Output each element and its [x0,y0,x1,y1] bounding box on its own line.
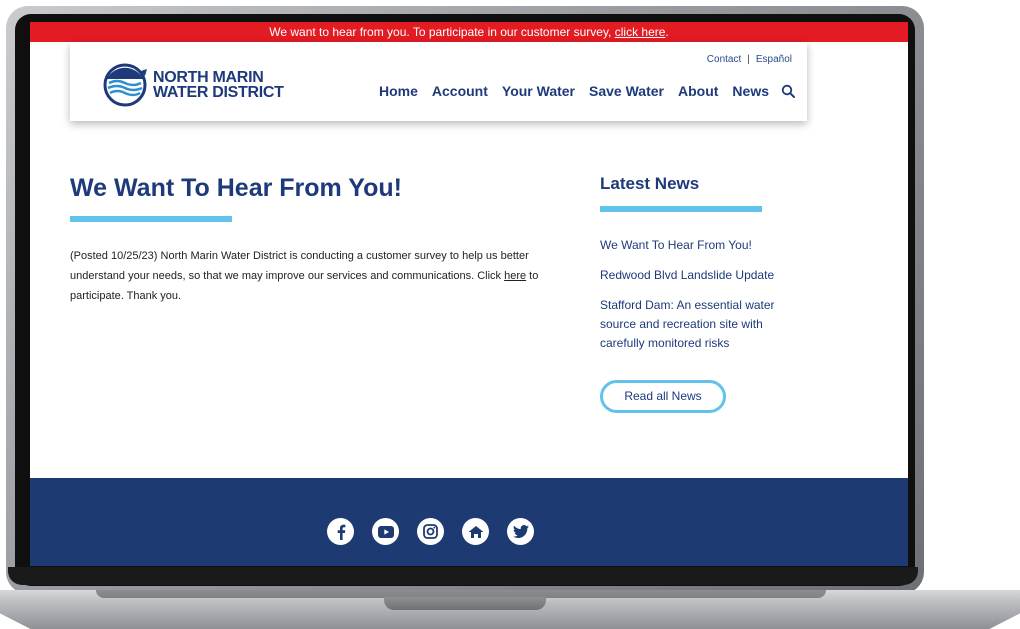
nextdoor-icon[interactable] [462,518,489,545]
laptop-mockup: We want to hear from you. To participate… [0,0,1020,629]
page-title: We Want To Hear From You! [70,174,402,202]
latest-news-heading: Latest News [600,174,700,193]
twitter-icon[interactable] [507,518,534,545]
facebook-icon[interactable] [327,518,354,545]
nav-account[interactable]: Account [432,83,488,99]
contact-link[interactable]: Contact [707,54,741,65]
news-item[interactable]: We Want To Hear From You! [600,236,810,255]
social-links [327,518,552,545]
utility-separator: | [747,54,750,65]
browser-viewport: We want to hear from you. To participate… [30,22,908,566]
article-body-start: (Posted 10/25/23) North Marin Water Dist… [70,250,529,282]
site-footer [30,478,908,566]
latest-news-list: We Want To Hear From You! Redwood Blvd L… [600,236,810,364]
instagram-icon[interactable] [417,518,444,545]
alert-end: . [665,25,669,39]
alert-link[interactable]: click here [615,25,666,39]
article-body: (Posted 10/25/23) North Marin Water Dist… [70,246,550,306]
site-logo[interactable]: NORTH MARIN WATER DISTRICT [103,63,284,107]
logo-line-1: NORTH MARIN [153,69,264,86]
utility-links: Contact | Español [707,54,792,65]
main-nav: Home Account Your Water Save Water About… [365,83,795,99]
survey-alert-bar: We want to hear from you. To participate… [30,22,908,42]
nav-your-water[interactable]: Your Water [502,83,575,99]
youtube-icon[interactable] [372,518,399,545]
participate-link[interactable]: here [504,270,526,282]
logo-wordmark: NORTH MARIN WATER DISTRICT [153,69,284,101]
laptop-notch [384,597,546,610]
nav-about[interactable]: About [678,83,718,99]
nav-news[interactable]: News [732,83,769,99]
nav-home[interactable]: Home [379,83,418,99]
nav-save-water[interactable]: Save Water [589,83,664,99]
news-item[interactable]: Stafford Dam: An essential water source … [600,296,810,353]
water-wave-logo-icon [103,63,147,107]
logo-line-2: WATER DISTRICT [153,84,284,101]
news-item[interactable]: Redwood Blvd Landslide Update [600,266,810,285]
laptop-hinge [8,567,918,585]
espanol-link[interactable]: Español [756,54,792,65]
site-header: NORTH MARIN WATER DISTRICT Contact | Españ… [70,42,807,121]
read-all-news-button[interactable]: Read all News [600,380,726,413]
latest-news-underline [600,206,762,212]
search-icon[interactable] [781,84,795,98]
alert-text: We want to hear from you. To participate… [269,25,615,39]
title-underline [70,216,232,222]
